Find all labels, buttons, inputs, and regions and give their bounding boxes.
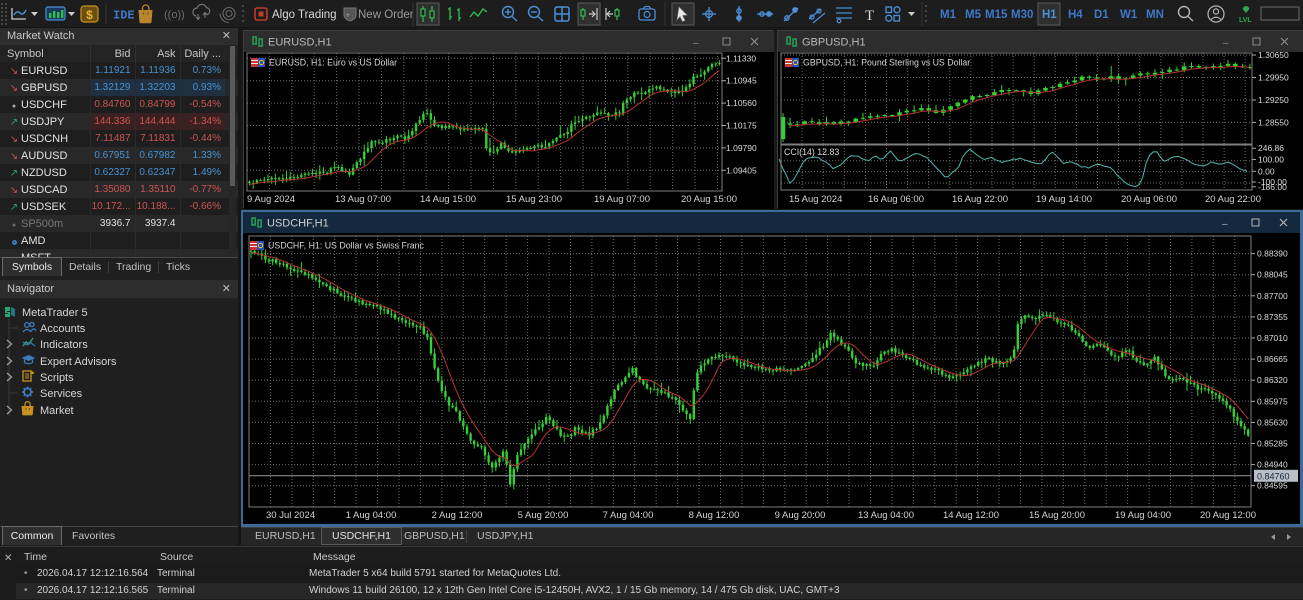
svg-text:20 Aug 12:00: 20 Aug 12:00 xyxy=(1200,510,1256,521)
svg-text:19 Aug 14:00: 19 Aug 14:00 xyxy=(1036,194,1092,205)
svg-text:H4: H4 xyxy=(1068,9,1083,21)
svg-text:$: $ xyxy=(86,8,93,22)
svg-text:7 Aug 04:00: 7 Aug 04:00 xyxy=(603,510,654,521)
svg-text:9 Aug 2024: 9 Aug 2024 xyxy=(247,194,295,205)
svg-text:1.09790: 1.09790 xyxy=(726,143,757,153)
svg-text:T: T xyxy=(865,8,874,24)
svg-text:-186.00: -186.00 xyxy=(1258,182,1287,192)
svg-text:0.00: 0.00 xyxy=(1258,166,1275,176)
svg-text:EURUSD, H1: Euro vs US Dollar: EURUSD, H1: Euro vs US Dollar xyxy=(269,58,397,68)
svg-text:W1: W1 xyxy=(1120,9,1138,21)
svg-text:0.87700: 0.87700 xyxy=(1257,291,1288,301)
svg-text:LVL: LVL xyxy=(1239,17,1252,24)
svg-text:GBPUSD, H1: Pound Sterling vs: GBPUSD, H1: Pound Sterling vs US Dollar xyxy=(803,58,970,68)
svg-text:Services: Services xyxy=(40,388,83,400)
svg-text:0.85630: 0.85630 xyxy=(1257,417,1288,427)
svg-text:0.88045: 0.88045 xyxy=(1257,270,1288,280)
svg-text:1.28550: 1.28550 xyxy=(1258,117,1289,127)
svg-text:9 Aug 20:00: 9 Aug 20:00 xyxy=(775,510,826,521)
svg-text:–: – xyxy=(1222,219,1228,230)
svg-text:IDE: IDE xyxy=(113,9,135,23)
svg-text:Algo Trading: Algo Trading xyxy=(272,9,337,21)
svg-text:1.29950: 1.29950 xyxy=(1258,73,1289,83)
svg-text:15 Aug 23:00: 15 Aug 23:00 xyxy=(506,194,562,205)
svg-text:15 Aug 2024: 15 Aug 2024 xyxy=(789,194,842,205)
svg-text:0.85975: 0.85975 xyxy=(1257,396,1288,406)
svg-text:M1: M1 xyxy=(940,9,957,21)
svg-text:13 Aug 07:00: 13 Aug 07:00 xyxy=(335,194,391,205)
svg-text:0.86665: 0.86665 xyxy=(1257,354,1288,364)
svg-text:1.10945: 1.10945 xyxy=(726,76,757,86)
svg-text:USDCHF, H1: US Dollar vs Swis: USDCHF, H1: US Dollar vs Swiss Franc xyxy=(268,241,425,251)
svg-text:MN: MN xyxy=(1146,9,1164,21)
svg-text:14 Aug 15:00: 14 Aug 15:00 xyxy=(420,194,476,205)
svg-text:M5: M5 xyxy=(965,9,982,21)
svg-text:5 Aug 20:00: 5 Aug 20:00 xyxy=(518,510,569,521)
svg-text:M15: M15 xyxy=(985,9,1008,21)
svg-text:CCI(14) 12.83: CCI(14) 12.83 xyxy=(784,147,839,157)
svg-text:100.00: 100.00 xyxy=(1258,154,1284,164)
svg-text:8 Aug 12:00: 8 Aug 12:00 xyxy=(689,510,740,521)
svg-text:Accounts: Accounts xyxy=(40,323,86,335)
svg-text:2 Aug 12:00: 2 Aug 12:00 xyxy=(432,510,483,521)
svg-text:1.10175: 1.10175 xyxy=(726,121,757,131)
svg-text:20 Aug 15:00: 20 Aug 15:00 xyxy=(681,194,737,205)
svg-text:1.10560: 1.10560 xyxy=(726,98,757,108)
svg-text:19 Aug 07:00: 19 Aug 07:00 xyxy=(594,194,650,205)
svg-text:+: + xyxy=(346,11,351,20)
svg-text:1 Aug 04:00: 1 Aug 04:00 xyxy=(346,510,397,521)
svg-text:0.87355: 0.87355 xyxy=(1257,312,1288,322)
svg-text:13 Aug 04:00: 13 Aug 04:00 xyxy=(858,510,914,521)
svg-text:1.11330: 1.11330 xyxy=(726,53,756,63)
svg-text:1.29250: 1.29250 xyxy=(1258,95,1289,105)
svg-text:GBPUSD,H1: GBPUSD,H1 xyxy=(802,37,866,49)
svg-text:30 Jul 2024: 30 Jul 2024 xyxy=(266,510,315,521)
svg-text:EURUSD,H1: EURUSD,H1 xyxy=(268,37,332,49)
svg-text:0.84760: 0.84760 xyxy=(1257,471,1290,481)
svg-text:Scripts: Scripts xyxy=(40,372,74,384)
svg-text:0.84940: 0.84940 xyxy=(1257,460,1288,470)
svg-text:16 Aug 22:00: 16 Aug 22:00 xyxy=(952,194,1008,205)
svg-text:14 Aug 12:00: 14 Aug 12:00 xyxy=(943,510,999,521)
svg-text:15 Aug 20:00: 15 Aug 20:00 xyxy=(1029,510,1085,521)
svg-text:0.85285: 0.85285 xyxy=(1257,439,1288,449)
svg-text:0.88390: 0.88390 xyxy=(1257,249,1288,259)
svg-text:0.84595: 0.84595 xyxy=(1257,481,1288,491)
svg-text:Indicators: Indicators xyxy=(40,339,88,351)
svg-text:Expert Advisors: Expert Advisors xyxy=(40,356,117,368)
svg-text:1.09405: 1.09405 xyxy=(726,165,757,175)
svg-text:0.87010: 0.87010 xyxy=(1257,333,1288,343)
svg-text:M30: M30 xyxy=(1011,9,1033,21)
svg-text:–: – xyxy=(693,38,699,49)
svg-text:–: – xyxy=(1223,38,1229,49)
svg-text:0.86320: 0.86320 xyxy=(1257,375,1288,385)
svg-text:USDCHF,H1: USDCHF,H1 xyxy=(267,218,329,230)
svg-text:New Order: New Order xyxy=(358,9,414,21)
svg-text:246.86: 246.86 xyxy=(1258,143,1284,153)
svg-text:((ο)): ((ο)) xyxy=(164,9,185,21)
svg-text:MetaTrader 5: MetaTrader 5 xyxy=(22,307,88,319)
svg-text:1.30650: 1.30650 xyxy=(1258,50,1289,60)
svg-text:D1: D1 xyxy=(1094,9,1109,21)
svg-text:20 Aug 22:00: 20 Aug 22:00 xyxy=(1205,194,1261,205)
svg-text:20 Aug 06:00: 20 Aug 06:00 xyxy=(1121,194,1177,205)
svg-text:H1: H1 xyxy=(1042,9,1057,21)
svg-text:16 Aug 06:00: 16 Aug 06:00 xyxy=(868,194,924,205)
svg-text:Market: Market xyxy=(40,405,74,417)
svg-text:19 Aug 04:00: 19 Aug 04:00 xyxy=(1115,510,1171,521)
